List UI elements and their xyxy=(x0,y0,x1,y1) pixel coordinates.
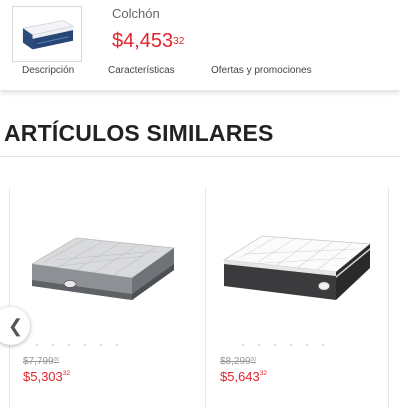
similar-items-title: ARTÍCULOS SIMILARES xyxy=(4,120,274,146)
mattress-thumbnail-icon xyxy=(21,20,75,50)
similar-items-carousel: $7,79900 $5,30332 $8,29900 $5,64332 ❮ xyxy=(0,188,400,407)
gray-mattress-image xyxy=(24,216,184,316)
pillowtop-mattress-icon xyxy=(222,235,372,300)
section-divider xyxy=(0,156,400,157)
original-price: $7,79900 xyxy=(23,356,59,367)
name-placeholder-dots xyxy=(36,333,132,346)
name-placeholder-dots xyxy=(242,333,338,346)
sale-price-cents: 32 xyxy=(62,370,70,377)
product-price-cents: 32 xyxy=(173,36,185,47)
product-name: Colchón xyxy=(112,6,160,21)
tab-caracteristicas[interactable]: Características xyxy=(108,65,175,76)
product-thumbnail[interactable] xyxy=(12,6,82,62)
original-price-cents: 00 xyxy=(250,357,257,363)
card-divider xyxy=(388,188,389,407)
sale-price-cents: 32 xyxy=(259,370,267,377)
sale-price-main: $5,643 xyxy=(220,369,260,384)
product-card[interactable]: $7,79900 $5,30332 xyxy=(10,188,205,407)
product-tabs: Descripción Características Ofertas y pr… xyxy=(0,65,400,81)
tab-ofertas[interactable]: Ofertas y promociones xyxy=(211,65,312,76)
chevron-left-icon: ❮ xyxy=(7,316,24,336)
sale-price: $5,30332 xyxy=(23,369,70,384)
sticky-product-header: Colchón $4,45332 Descripción Característ… xyxy=(0,0,400,90)
original-price-main: $7,799 xyxy=(23,356,54,367)
pillowtop-mattress-image xyxy=(218,216,378,316)
tab-descripcion[interactable]: Descripción xyxy=(22,65,74,76)
original-price-cents: 00 xyxy=(53,357,60,363)
original-price-main: $8,299 xyxy=(220,356,251,367)
product-price-main: $4,453 xyxy=(112,30,174,52)
product-price: $4,45332 xyxy=(112,30,184,52)
sale-price-main: $5,303 xyxy=(23,369,63,384)
sale-price: $5,64332 xyxy=(220,369,267,384)
original-price: $8,29900 xyxy=(220,356,256,367)
gray-mattress-icon xyxy=(30,237,176,300)
product-card[interactable]: $8,29900 $5,64332 xyxy=(206,188,388,407)
